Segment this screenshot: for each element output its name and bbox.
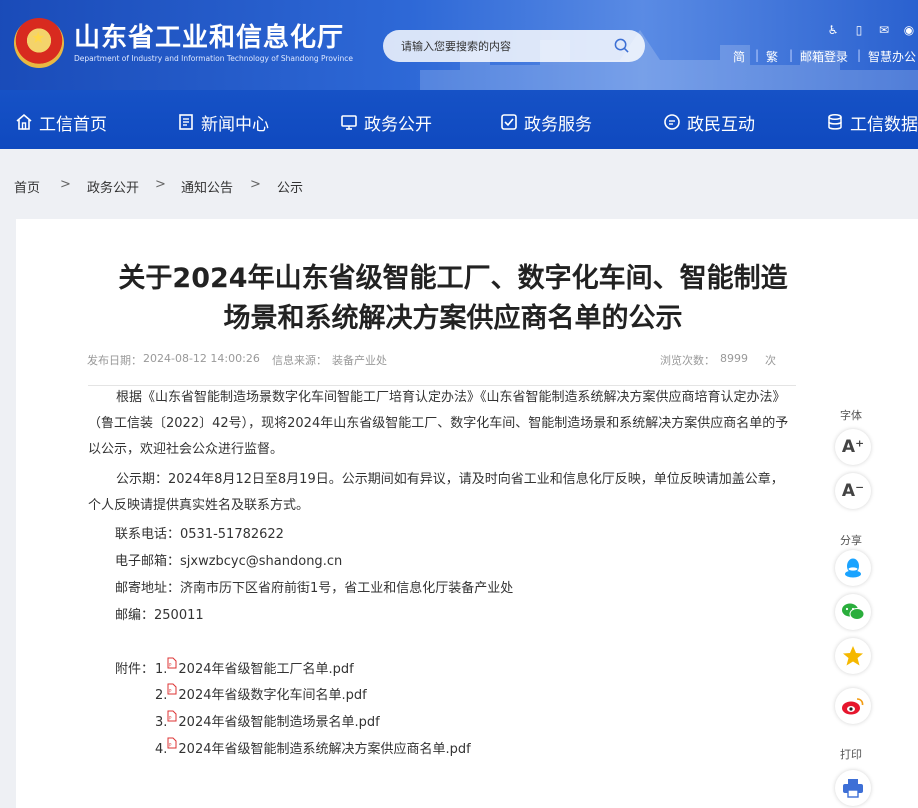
site-header: ★ 山东省工业和信息化厅 Department of Industry and … xyxy=(0,0,918,149)
nav-item-news[interactable]: 新闻中心 xyxy=(177,100,269,144)
breadcrumb-separator: > xyxy=(155,177,166,192)
mobile-icon[interactable]: ▯ xyxy=(852,23,866,37)
pdf-icon: P xyxy=(167,710,177,722)
attachment-link[interactable]: 2024年省级智能制造场景名单.pdf xyxy=(178,715,379,730)
share-wechat-button[interactable] xyxy=(835,594,871,630)
nav-label: 政务公开 xyxy=(364,114,432,135)
smart-office-link[interactable]: 智慧办公 xyxy=(868,48,916,65)
attachment-link[interactable]: 2024年省级智能工厂名单.pdf xyxy=(178,662,353,677)
breadcrumb-notices[interactable]: 通知公告 xyxy=(181,177,233,196)
views-label: 浏览次数： xyxy=(660,354,715,367)
breadcrumb-separator: > xyxy=(250,177,261,192)
nav-label: 政务服务 xyxy=(524,114,592,135)
nav-label: 新闻中心 xyxy=(201,114,269,135)
attachment-number: 2. xyxy=(155,688,168,703)
attachments-label: 附件： xyxy=(115,662,155,677)
breadcrumb-gov-open[interactable]: 政务公开 xyxy=(87,177,139,196)
contact-email: 电子邮箱：sjxwzbcyc@shandong.cn xyxy=(115,554,343,569)
search-box xyxy=(383,30,645,62)
title-line: 场景和系统解决方案供应商名单的公示 xyxy=(223,303,683,334)
contact-phone: 联系电话：0531-51782622 xyxy=(115,527,284,542)
nav-label: 工信首页 xyxy=(39,114,107,135)
breadcrumb: 首页 > 政务公开 > 通知公告 > 公示 xyxy=(0,149,918,219)
news-icon xyxy=(179,114,193,130)
article-title: 关于2024年山东省级智能工厂、数字化车间、智能制造 场景和系统解决方案供应商名… xyxy=(88,259,818,339)
site-title[interactable]: 山东省工业和信息化厅 xyxy=(74,24,344,52)
article-paragraph: 根据《山东省智能制造场景数字化车间智能工厂培育认定办法》《山东省智能制造系统解决… xyxy=(88,390,789,457)
emblem-logo[interactable]: ★ xyxy=(14,18,64,68)
printer-icon xyxy=(843,779,863,798)
print-label: 打印 xyxy=(840,748,862,761)
contact-address: 邮寄地址：济南市历下区省府前街1号，省工业和信息化厅装备产业处 xyxy=(115,581,514,596)
nav-item-gov-open[interactable]: 政务公开 xyxy=(340,100,432,144)
attachment-item[interactable]: 1. P 2024年省级智能工厂名单.pdf xyxy=(155,657,354,681)
publish-date-label: 发布日期： xyxy=(87,354,142,367)
pdf-icon: P xyxy=(167,737,177,749)
weibo-share-icon xyxy=(842,698,864,715)
source: 装备产业处 xyxy=(332,354,387,367)
nav-label: 政民互动 xyxy=(687,114,755,135)
main-nav: 工信首页 新闻中心 政务公开 政务服务 政民互动 工信数据 xyxy=(0,100,918,144)
title-line: 关于2024年山东省级智能工厂、数字化车间、智能制造 xyxy=(118,263,788,294)
attachment-number: 3. xyxy=(155,715,168,730)
attachment-item[interactable]: 2. P 2024年省级数字化车间名单.pdf xyxy=(155,683,367,707)
views-unit: 次 xyxy=(765,354,776,367)
share-qzone-button[interactable] xyxy=(835,638,871,674)
share-weibo-button[interactable] xyxy=(835,688,871,724)
link-separator: | xyxy=(857,48,862,62)
qq-icon xyxy=(845,558,861,578)
font-increase-button[interactable]: A⁺ xyxy=(835,429,871,465)
monitor-icon xyxy=(341,115,357,130)
simplified-link[interactable]: 简 xyxy=(733,48,745,65)
nav-item-home[interactable]: 工信首页 xyxy=(15,100,107,144)
site-subtitle: Department of Industry and Information T… xyxy=(74,54,353,63)
contact-postcode: 邮编：250011 xyxy=(115,608,204,623)
pdf-icon: P xyxy=(167,657,177,669)
breadcrumb-current: 公示 xyxy=(277,181,304,196)
qzone-icon xyxy=(843,646,863,666)
source-label: 信息来源： xyxy=(272,354,327,367)
article-panel: 关于2024年山东省级智能工厂、数字化车间、智能制造 场景和系统解决方案供应商名… xyxy=(16,219,918,808)
views-count: 8999 xyxy=(720,352,748,365)
weibo-icon[interactable]: ◉ xyxy=(902,23,916,37)
share-label: 分享 xyxy=(840,534,862,547)
publish-date: 2024-08-12 14:00:26 xyxy=(143,352,260,365)
breadcrumb-separator: > xyxy=(60,177,71,192)
font-size-label: 字体 xyxy=(840,409,862,422)
chat-icon xyxy=(664,114,680,130)
link-separator: | xyxy=(789,48,794,62)
share-qq-button[interactable] xyxy=(835,550,871,586)
accessibility-icon[interactable]: ♿ xyxy=(826,23,840,37)
attachment-item[interactable]: 4. P 2024年省级智能制造系统解决方案供应商名单.pdf xyxy=(155,737,471,761)
nav-item-data[interactable]: 工信数据 xyxy=(826,100,918,144)
search-icon[interactable] xyxy=(614,38,629,53)
attachment-number: 4. xyxy=(155,742,168,757)
nav-item-interaction[interactable]: 政民互动 xyxy=(663,100,755,144)
home-icon xyxy=(16,113,32,130)
top-icon-bar: ♿ ▯ ✉ ◉ xyxy=(826,23,916,39)
attachment-number: 1. xyxy=(155,662,168,677)
print-button[interactable] xyxy=(835,770,871,806)
service-icon xyxy=(501,114,517,130)
traditional-link[interactable]: 繁 xyxy=(766,48,778,65)
wechat-icon[interactable]: ✉ xyxy=(877,23,891,37)
search-input[interactable] xyxy=(399,36,609,56)
database-icon xyxy=(828,113,842,130)
nav-label: 工信数据 xyxy=(850,114,918,135)
article-paragraph: 公示期：2024年8月12日至8月19日。公示期间如有异议，请及时向省工业和信息… xyxy=(88,472,784,513)
mail-login-link[interactable]: 邮箱登录 xyxy=(800,48,848,65)
pdf-icon: P xyxy=(167,683,177,695)
nav-item-gov-service[interactable]: 政务服务 xyxy=(500,100,592,144)
attachment-link[interactable]: 2024年省级数字化车间名单.pdf xyxy=(178,688,366,703)
wechat-share-icon xyxy=(842,603,865,620)
breadcrumb-home[interactable]: 首页 xyxy=(14,177,40,196)
attachment-link[interactable]: 2024年省级智能制造系统解决方案供应商名单.pdf xyxy=(178,742,470,757)
attachment-item[interactable]: 3. P 2024年省级智能制造场景名单.pdf xyxy=(155,710,380,734)
link-separator: | xyxy=(755,48,760,62)
font-decrease-button[interactable]: A⁻ xyxy=(835,473,871,509)
